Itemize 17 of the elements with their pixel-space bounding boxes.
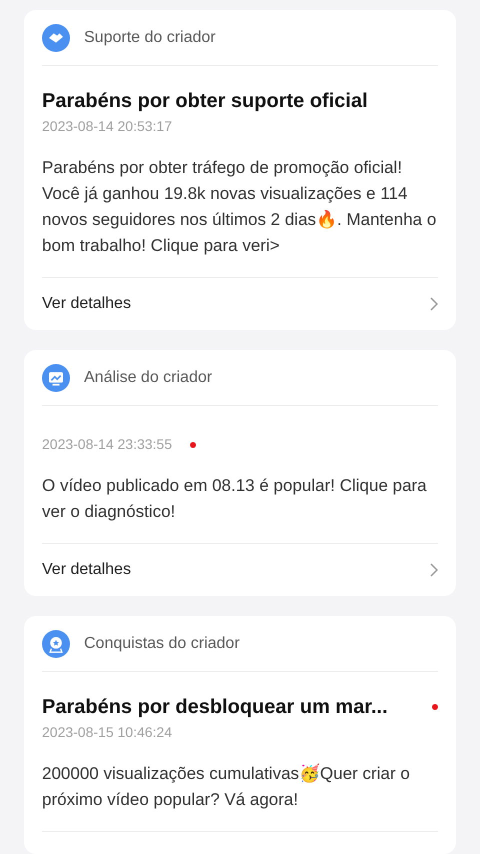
message-text: 200000 visualizações cumulativas🥳Quer criar o próximo vídeo popular? Vá agora! (42, 762, 411, 811)
details-link[interactable]: Ver detalhes (42, 278, 438, 330)
category-label: Análise do criador (84, 368, 212, 388)
card-title: Parabéns por desbloquear um mar... (42, 695, 388, 720)
category-label: Conquistas do criador (84, 634, 240, 654)
chart-icon (42, 364, 70, 392)
timestamp: 2023-08-15 10:46:24 (42, 723, 172, 742)
message-text: O vídeo publicado em 08.13 é popular! Clique para ver o diagnóstico! (42, 475, 428, 523)
badge-icon (42, 630, 70, 658)
timestamp: 2023-08-14 20:53:17 (42, 117, 172, 136)
details-link[interactable]: Ver detalhes (42, 544, 438, 596)
timestamp: 2023-08-14 23:33:55 (42, 435, 172, 454)
chevron-right-icon (430, 297, 438, 311)
chevron-right-icon (430, 563, 438, 577)
message-text: Parabéns por obter tráfego de promoção oficial! Você já ganhou 19.8k novas visualizações e 114 novos seguidores nos últimos 2 dias🔥. Mantenha o bom trabalho! Clique para veri> (42, 157, 438, 257)
category-label: Suporte do criador (84, 28, 216, 48)
card-title: Parabéns por obter suporte oficial (42, 89, 368, 114)
